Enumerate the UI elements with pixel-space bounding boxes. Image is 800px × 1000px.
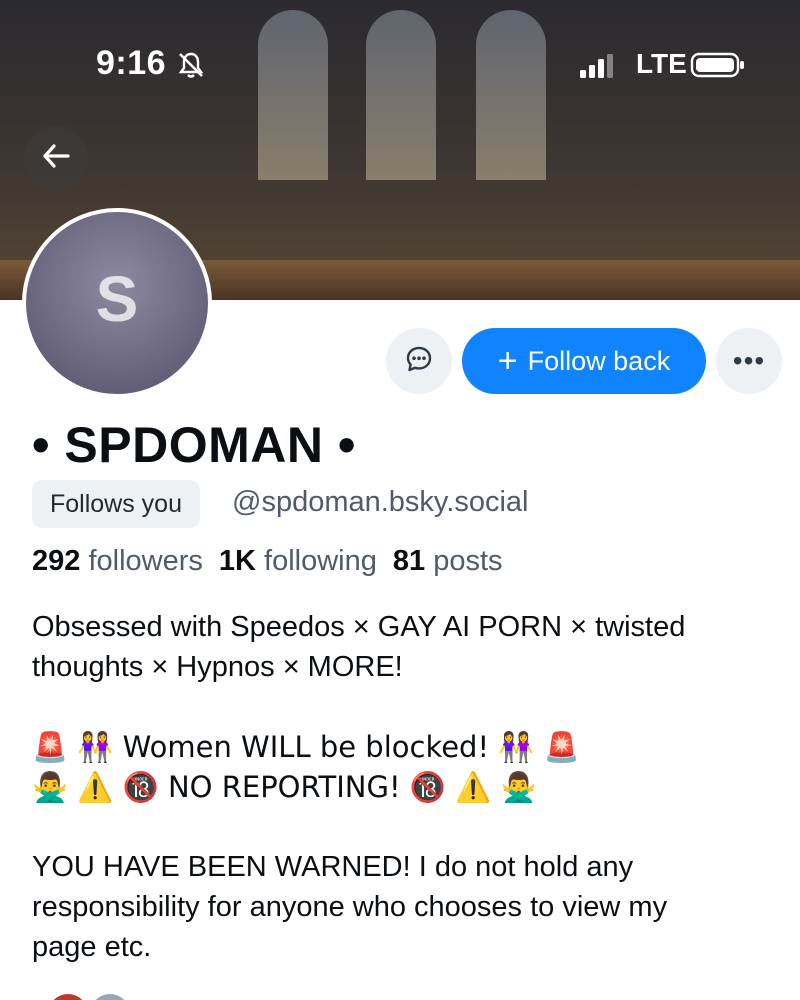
bio-line: YOU HAVE BEEN WARNED! I do not hold any: [32, 851, 634, 883]
profile-handle: @spdoman.bsky.social: [232, 486, 529, 518]
posts-label: posts: [433, 545, 503, 577]
known-follower-avatar[interactable]: [90, 994, 130, 1000]
status-bar: 9:16 LTE: [0, 0, 800, 100]
network-label: LTE: [636, 48, 687, 79]
arrow-left-icon: [39, 139, 73, 178]
bio-line: 🚨 👭 Women WILL be blocked! 👭 🚨: [32, 730, 580, 764]
following-count: 1K: [218, 545, 256, 577]
followers-count: 292: [32, 545, 81, 577]
message-button[interactable]: [386, 328, 452, 394]
more-options-button[interactable]: •••: [716, 328, 782, 394]
battery-icon: [690, 51, 746, 79]
follow-back-label: Follow back: [527, 345, 671, 376]
status-time: 9:16: [96, 44, 167, 82]
bio-line: 🙅‍♂️ ⚠️ 🔞 NO REPORTING! 🔞 ⚠️ 🙅‍♂️: [32, 770, 537, 804]
back-button[interactable]: [24, 126, 88, 190]
chat-bubble-icon: [404, 344, 434, 379]
bio-spacer: [32, 687, 772, 727]
known-follower-avatar[interactable]: [48, 994, 88, 1000]
followers-label: followers: [88, 545, 203, 577]
avatar[interactable]: S: [22, 208, 212, 398]
follow-back-button[interactable]: + Follow back: [462, 328, 706, 394]
profile-page: 9:16 LTE S + Follow back ••• • SPDOMAN •…: [0, 0, 800, 1000]
profile-stats: 292 followers 1K following 81 posts: [32, 545, 503, 578]
posts-count: 81: [392, 545, 426, 577]
following-stat[interactable]: 1K following: [219, 545, 377, 578]
posts-stat: 81 posts: [393, 545, 503, 578]
followers-stat[interactable]: 292 followers: [32, 545, 203, 578]
bio-line: page etc.: [32, 931, 152, 963]
ellipsis-icon: •••: [732, 345, 766, 376]
profile-bio: Obsessed with Speedos × GAY AI PORN × tw…: [32, 607, 772, 967]
follows-you-label: Follows you: [50, 489, 182, 518]
display-name: • SPDOMAN •: [32, 417, 356, 473]
signal-icon: [578, 52, 618, 80]
plus-icon: +: [497, 342, 518, 380]
follows-you-badge: Follows you: [32, 480, 200, 528]
avatar-initial: S: [95, 263, 139, 335]
bell-slash-icon: [176, 50, 206, 80]
following-label: following: [264, 545, 377, 577]
bio-line: thoughts × Hypnos × MORE!: [32, 651, 403, 683]
bio-line: responsibility for anyone who chooses to…: [32, 891, 668, 923]
bio-line: Obsessed with Speedos × GAY AI PORN × tw…: [32, 611, 686, 643]
bio-spacer: [32, 807, 772, 847]
